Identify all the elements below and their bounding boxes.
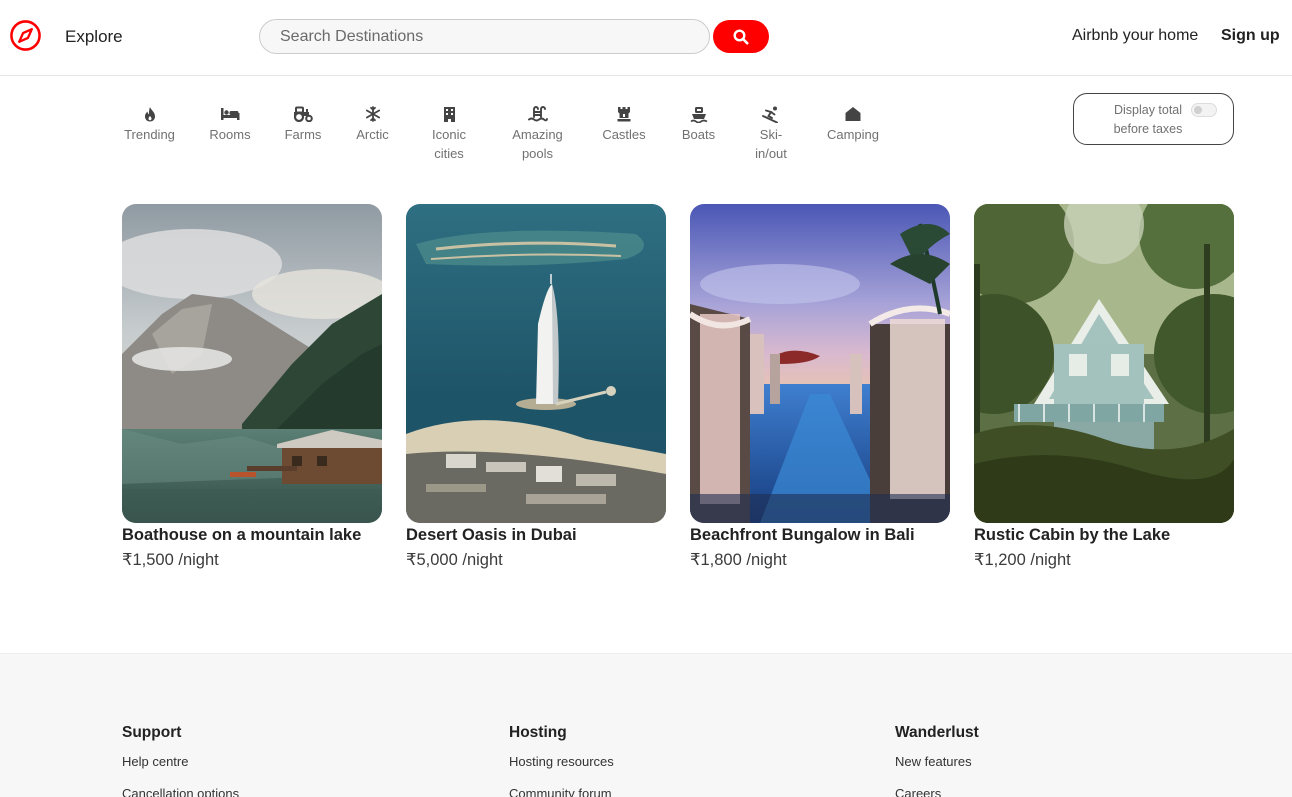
- snowflake-icon: [365, 104, 381, 124]
- footer-heading: Support: [122, 724, 182, 741]
- castle-icon: [617, 104, 631, 124]
- filter-label: Iconic cities: [432, 127, 466, 161]
- listing-price: ₹5,000 /night: [406, 551, 503, 569]
- tax-toggle-label: Display total before taxes: [1113, 103, 1183, 136]
- display-total-toggle[interactable]: Display total before taxes: [1073, 93, 1234, 145]
- bali-infinity-pool-cabanas-photo[interactable]: [690, 204, 950, 523]
- filter-castles[interactable]: Castles: [599, 104, 649, 144]
- city-building-icon: [443, 104, 456, 124]
- listing-title: Rustic Cabin by the Lake: [974, 526, 1171, 544]
- listing-title: Beachfront Bungalow in Bali: [690, 526, 915, 544]
- filter-boats[interactable]: Boats: [678, 104, 719, 144]
- footer-link-cancellation-options[interactable]: Cancellation options: [122, 786, 239, 797]
- listing-price: ₹1,200 /night: [974, 551, 1071, 569]
- explore-link[interactable]: Explore: [65, 27, 123, 47]
- listing-price: ₹1,800 /night: [690, 551, 787, 569]
- footer-heading: Hosting: [509, 724, 567, 741]
- filter-label: Trending: [124, 127, 175, 142]
- filter-ski-in-out[interactable]: Ski- in/out: [750, 104, 792, 163]
- campground-icon: [844, 104, 862, 124]
- filter-label: Camping: [826, 127, 880, 142]
- footer-link-careers[interactable]: Careers: [895, 786, 979, 797]
- toggle-knob: [1194, 106, 1202, 114]
- footer-column-support: Support Help centre Cancellation options: [122, 724, 239, 797]
- footer-heading: Wanderlust: [895, 724, 979, 741]
- filter-farms[interactable]: Farms: [283, 104, 323, 144]
- cabin-in-forest-photo[interactable]: [974, 204, 1234, 523]
- filter-label: Castles: [602, 127, 646, 142]
- filter-trending[interactable]: Trending: [122, 104, 177, 144]
- filter-arctic[interactable]: Arctic: [352, 104, 393, 144]
- filter-amazing-pools[interactable]: Amazing pools: [508, 104, 567, 163]
- filter-label: Arctic: [356, 127, 389, 142]
- compass-logo-icon[interactable]: [9, 19, 42, 52]
- search-button[interactable]: [713, 20, 769, 53]
- footer-link-community-forum[interactable]: Community forum: [509, 786, 614, 797]
- mountain-lake-boathouse-photo[interactable]: [122, 204, 382, 523]
- filter-camping[interactable]: Camping: [823, 104, 883, 144]
- footer-link-new-features[interactable]: New features: [895, 754, 979, 769]
- sign-up-link[interactable]: Sign up: [1221, 27, 1280, 45]
- toggle-switch[interactable]: [1191, 103, 1217, 117]
- footer-column-hosting: Hosting Hosting resources Community foru…: [509, 724, 614, 797]
- skiing-icon: [762, 104, 780, 124]
- listing-price: ₹1,500 /night: [122, 551, 219, 569]
- filter-rooms[interactable]: Rooms: [207, 104, 253, 144]
- search-input[interactable]: [259, 19, 710, 54]
- listing-card[interactable]: Rustic Cabin by the Lake ₹1,200 /night: [974, 204, 1234, 570]
- listing-card[interactable]: Desert Oasis in Dubai ₹5,000 /night: [406, 204, 666, 570]
- fire-icon: [143, 104, 157, 124]
- footer-link-hosting-resources[interactable]: Hosting resources: [509, 754, 614, 769]
- filter-label: Ski- in/out: [755, 127, 787, 161]
- filter-label: Boats: [681, 127, 716, 142]
- filter-iconic-cities[interactable]: Iconic cities: [426, 104, 472, 163]
- site-footer: Support Help centre Cancellation options…: [0, 653, 1292, 797]
- tractor-icon: [293, 104, 314, 124]
- footer-column-wanderlust: Wanderlust New features Careers: [895, 724, 979, 797]
- listing-title: Desert Oasis in Dubai: [406, 526, 577, 544]
- listing-title: Boathouse on a mountain lake: [122, 526, 362, 544]
- bed-icon: [220, 104, 240, 124]
- filter-label: Farms: [284, 127, 322, 142]
- top-navbar: Explore Airbnb your home Sign up: [0, 0, 1292, 76]
- airbnb-your-home-link[interactable]: Airbnb your home: [1072, 27, 1198, 45]
- listing-card[interactable]: Boathouse on a mountain lake ₹1,500 /nig…: [122, 204, 382, 570]
- filter-label: Rooms: [209, 127, 251, 142]
- ship-icon: [689, 104, 708, 124]
- pool-icon: [527, 104, 548, 124]
- footer-link-help-centre[interactable]: Help centre: [122, 754, 239, 769]
- search-icon: [733, 28, 749, 44]
- filter-label: Amazing pools: [512, 127, 563, 161]
- dubai-burj-al-arab-aerial-photo[interactable]: [406, 204, 666, 523]
- listing-card[interactable]: Beachfront Bungalow in Bali ₹1,800 /nigh…: [690, 204, 950, 570]
